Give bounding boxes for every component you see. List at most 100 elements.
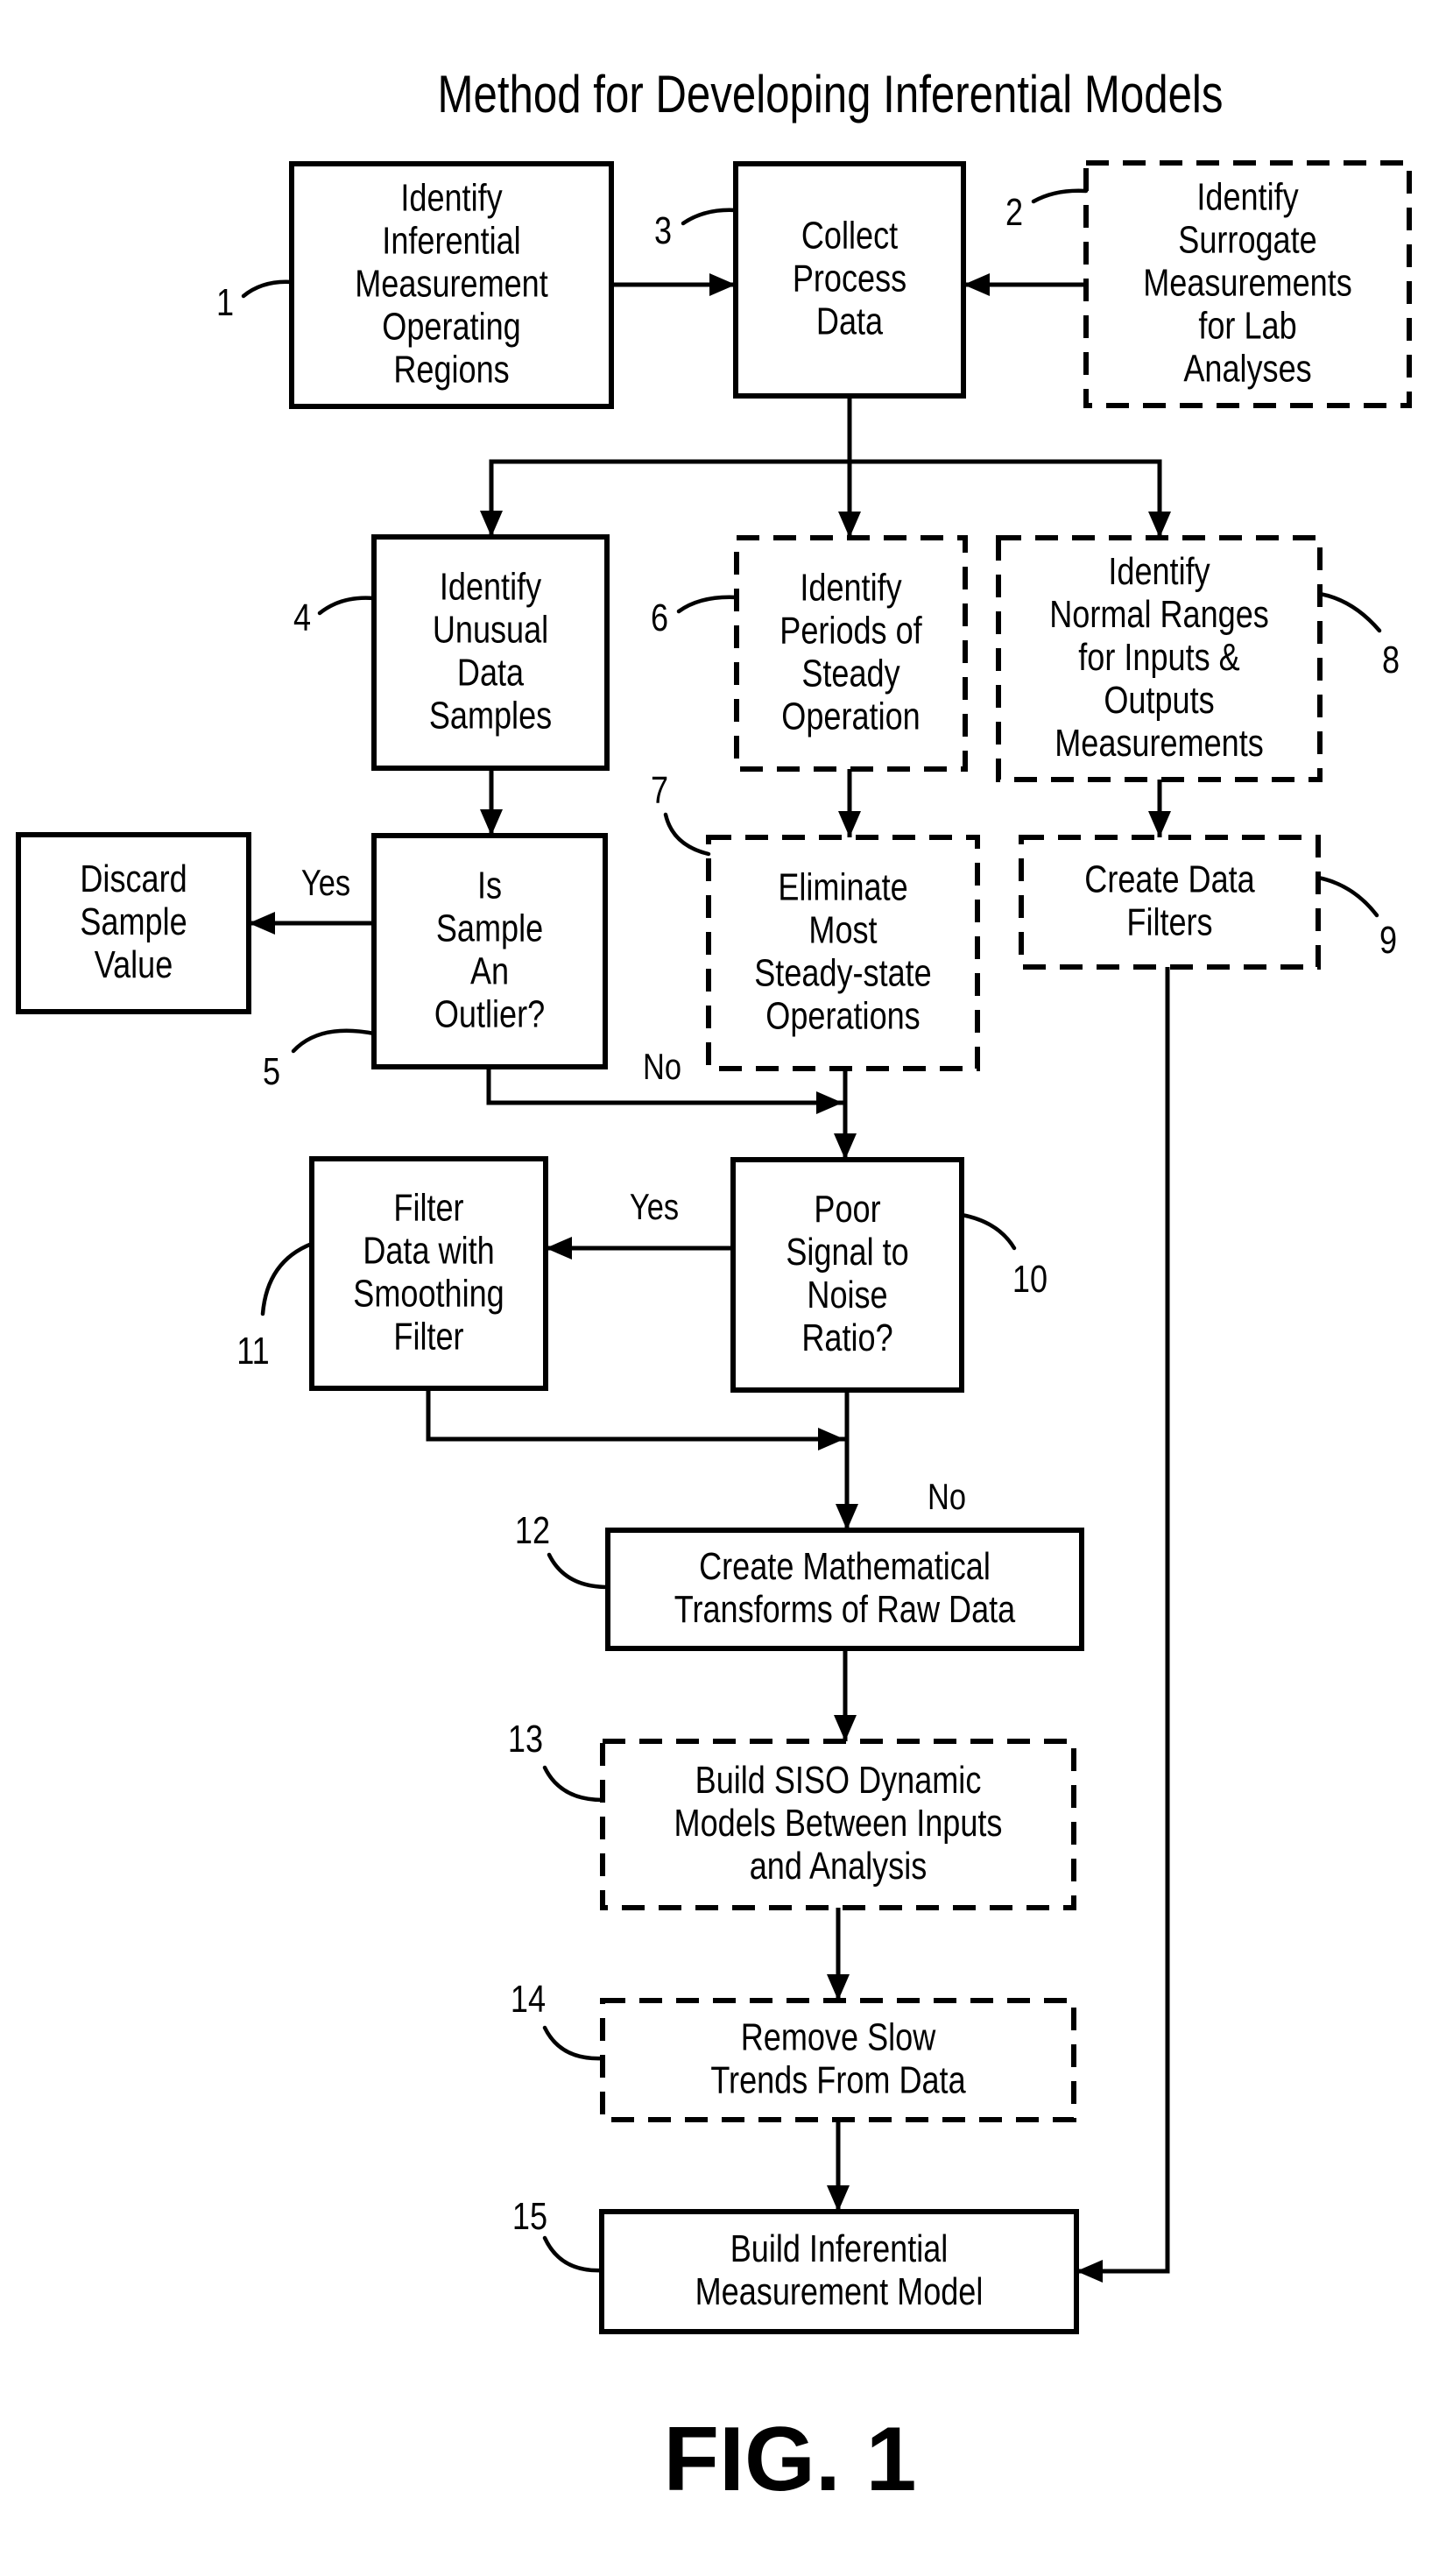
step-text-line: Filters [1126, 900, 1212, 943]
step-text-line: Data [457, 651, 525, 694]
step-text-line: for Inputs & [1078, 636, 1240, 679]
reference-numeral-14: 14 [511, 1978, 605, 2061]
step-text-line: and Analysis [750, 1845, 928, 1888]
leader-line [542, 1765, 605, 1803]
step-text-line: Operations [765, 994, 920, 1037]
arrowhead-icon [1148, 512, 1171, 538]
arrowhead-icon [1076, 2260, 1103, 2283]
connector-line [1074, 964, 1170, 2274]
reference-numeral-5: 5 [263, 1028, 377, 1093]
edge-label-no: No [928, 1477, 966, 1518]
leader-line [1031, 188, 1089, 204]
step-s15: Build InferentialMeasurement Model [599, 2209, 1079, 2334]
step-text-line: Models Between Inputs [674, 1802, 1003, 1845]
step-text-line: Identify [1108, 550, 1210, 593]
step-text-line: Measurements [1055, 722, 1264, 765]
connector-s11-to-s12 [426, 1386, 847, 1450]
step-text-line: Transforms of Raw Data [674, 1588, 1016, 1631]
step-text-line: Build Inferential [730, 2227, 949, 2270]
step-text-line: Eliminate [778, 865, 907, 908]
step-text-line: Filter [393, 1186, 463, 1229]
step-text-line: Process [793, 257, 906, 300]
reference-numeral-4: 4 [293, 596, 377, 639]
arrowhead-icon [963, 273, 990, 296]
step-s12: Create MathematicalTransforms of Raw Dat… [605, 1528, 1084, 1651]
arrowhead-icon [827, 1974, 850, 2001]
connector-s2-to-s3 [961, 273, 1089, 296]
reference-numeral-11: 11 [236, 1241, 314, 1373]
step-s13: Build SISO DynamicModels Between Inputsa… [600, 1739, 1076, 1910]
step-text-line: Poor [814, 1188, 880, 1231]
step-text-line: Sample [436, 907, 543, 949]
step-text-line: Identify [1196, 175, 1299, 218]
leader-line [681, 208, 738, 226]
step-text-line: Filter [393, 1315, 463, 1358]
step-text-line: Operating [382, 305, 520, 348]
leader-line [547, 1552, 610, 1590]
step-text-line: Measurements [1143, 261, 1352, 304]
step-text-line: Create Mathematical [699, 1545, 991, 1588]
step-text-line: Trends From Data [710, 2058, 966, 2101]
step-discard: DiscardSampleValue [16, 832, 251, 1014]
step-s4: IdentifyUnusualDataSamples [371, 534, 610, 771]
reference-numeral-6: 6 [651, 595, 739, 639]
step-number: 9 [1379, 919, 1397, 962]
step-text-line: Is [477, 864, 502, 907]
edge-label-yes: Yes [301, 863, 350, 904]
connector-line [426, 1386, 847, 1442]
figure-label: FIG. 1 [664, 2409, 917, 2510]
step-text-line: Data [816, 300, 884, 342]
flowchart-canvas: YesNoYesNo IdentifyInferentialMeasuremen… [16, 64, 1412, 2510]
step-number: 10 [1012, 1258, 1048, 1301]
reference-numeral-12: 12 [515, 1509, 610, 1590]
connector-s6-to-s7 [838, 766, 861, 840]
arrowhead-icon [546, 1237, 572, 1260]
reference-numeral-2: 2 [1005, 188, 1089, 234]
step-s2: IdentifySurrogateMeasurementsfor LabAnal… [1083, 160, 1412, 408]
reference-numeral-8: 8 [1317, 591, 1400, 681]
reference-numeral-1: 1 [216, 279, 294, 324]
leader-line [260, 1241, 314, 1316]
step-text-line: Value [95, 943, 173, 986]
arrowhead-icon [709, 273, 736, 296]
arrowhead-icon [827, 2185, 850, 2212]
diagram-title: Method for Developing Inferential Models [438, 64, 1224, 124]
step-number: 15 [512, 2195, 547, 2238]
leader-line [676, 595, 739, 614]
connector-s12-to-s13 [834, 1646, 857, 1744]
step-text-line: Ratio? [801, 1316, 892, 1359]
step-s6: IdentifyPeriods ofSteadyOperation [734, 535, 968, 772]
arrowhead-icon [480, 511, 503, 537]
step-s8: IdentifyNormal Rangesfor Inputs &Outputs… [996, 535, 1323, 782]
connector-s3-to-s8 [847, 459, 1171, 540]
step-text-line: Outputs [1104, 679, 1214, 722]
step-s9: Create DataFilters [1019, 835, 1321, 970]
step-text-line: Identify [400, 176, 503, 219]
step-s1: IdentifyInferentialMeasurementOperatingR… [289, 161, 614, 409]
connector-s14-to-s15 [827, 2117, 850, 2214]
step-number: 2 [1005, 191, 1023, 234]
connector-s1-to-s3 [609, 273, 738, 296]
arrowhead-icon [834, 1133, 857, 1160]
step-text-line: Operation [781, 695, 920, 738]
step-text-line: Outlier? [434, 992, 545, 1035]
connector-s9-to-s15 [1074, 964, 1170, 2283]
step-number: 4 [293, 596, 311, 639]
step-s14: Remove SlowTrends From Data [600, 1998, 1076, 2122]
step-text-line: Inferential [382, 219, 520, 262]
step-s5: IsSampleAnOutlier? [371, 833, 608, 1069]
arrowhead-icon [1148, 811, 1171, 837]
leader-line [291, 1028, 377, 1054]
step-text-line: Discard [80, 857, 187, 900]
step-text-line: Samples [429, 694, 552, 737]
step-text-line: Identify [800, 566, 902, 609]
arrowhead-icon [480, 809, 503, 836]
leader-line [1317, 591, 1382, 633]
connector-s3-to-s6 [838, 459, 861, 540]
leader-line [317, 596, 377, 616]
step-text-line: Measurement Model [695, 2270, 984, 2313]
arrowhead-icon [816, 1091, 843, 1114]
leader-line [959, 1212, 1017, 1251]
leader-line [542, 2235, 604, 2273]
reference-numeral-15: 15 [512, 2195, 604, 2273]
